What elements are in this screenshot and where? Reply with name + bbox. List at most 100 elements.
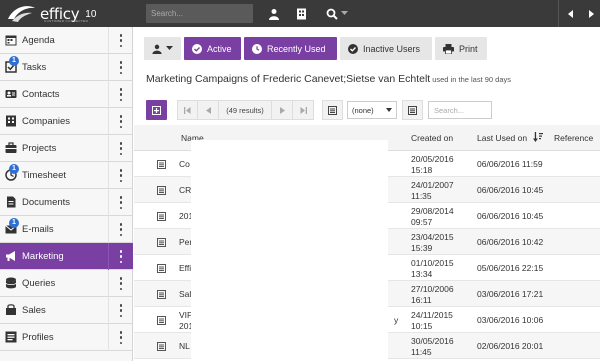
group-by-value: (none) [352, 105, 374, 115]
more-options-icon[interactable] [119, 169, 123, 182]
sidebar-item-label: Projects [22, 143, 57, 154]
sidebar-item-marketing[interactable]: Marketing [0, 243, 133, 270]
cell-created: 01/10/2015 13:34 [411, 258, 454, 279]
more-options-icon[interactable] [119, 88, 123, 101]
more-options-icon[interactable] [119, 223, 123, 236]
user-icon [152, 44, 162, 54]
list-icon [157, 160, 166, 169]
active-button[interactable]: Active [184, 37, 241, 60]
grid-toolbar: (49 results) (none) Search... [146, 100, 492, 120]
inactive-users-button[interactable]: Inactive Users [340, 37, 432, 60]
user-filter-dropdown[interactable] [144, 37, 181, 60]
sidebar-item-label: Contacts [22, 89, 60, 100]
briefcase-icon [5, 142, 17, 153]
export-button[interactable] [402, 100, 423, 120]
sidebar-item-sales[interactable]: Sales [0, 297, 133, 324]
previous-page-button[interactable] [198, 100, 219, 120]
more-options-icon[interactable] [119, 277, 123, 290]
arrow-right-icon[interactable] [583, 5, 600, 22]
divider [108, 135, 109, 162]
sidebar-item-emails[interactable]: 1 E-mails [0, 216, 133, 243]
search-icon[interactable] [322, 5, 352, 22]
profile-icon [5, 331, 17, 343]
list-icon [157, 342, 166, 351]
building-icon [6, 115, 16, 127]
plus-icon [152, 105, 161, 115]
divider [108, 270, 109, 297]
first-page-button[interactable] [177, 100, 198, 120]
sidebar-item-label: Sales [22, 305, 46, 316]
sidebar-item-projects[interactable]: Projects [0, 135, 133, 162]
list-icon [157, 316, 166, 325]
more-options-icon[interactable] [119, 196, 123, 209]
more-options-icon[interactable] [119, 142, 123, 155]
print-button-label: Print [459, 43, 478, 54]
sidebar-item-label: Profiles [22, 332, 54, 343]
more-options-icon[interactable] [119, 250, 123, 263]
sidebar-item-label: E-mails [22, 224, 54, 235]
next-page-button[interactable] [272, 100, 293, 120]
sidebar-item-label: Marketing [22, 251, 64, 262]
cell-name: Effi [179, 263, 192, 273]
more-options-icon[interactable] [119, 115, 123, 128]
divider [108, 54, 109, 81]
cell-last-used: 03/06/2016 10:06 [477, 315, 544, 325]
grid-search-input[interactable]: Search... [428, 101, 492, 119]
clock-icon [252, 43, 262, 54]
add-button[interactable] [146, 100, 167, 120]
building-icon[interactable] [292, 5, 310, 22]
group-by-select[interactable]: (none) [347, 101, 397, 119]
sidebar-item-contacts[interactable]: Contacts [0, 81, 133, 108]
cell-last-used: 06/06/2016 11:59 [477, 159, 543, 169]
sidebar-item-label: Agenda [22, 35, 55, 46]
divider [108, 216, 109, 243]
active-button-label: Active [207, 43, 232, 54]
sidebar-item-agenda[interactable]: Agenda [0, 27, 133, 54]
column-header-reference[interactable]: Reference [554, 133, 593, 143]
divider [108, 324, 109, 351]
recently-used-button[interactable]: Recently Used [244, 37, 337, 60]
chevron-down-icon [386, 108, 392, 112]
divider [108, 108, 109, 135]
page-title-main: Marketing Campaigns of Frederic Canevet;… [146, 73, 431, 85]
sidebar-item-profiles[interactable]: Profiles [0, 324, 133, 351]
cell-name: CR [179, 185, 192, 195]
more-options-icon[interactable] [119, 304, 123, 317]
efficy-swoosh-icon [8, 6, 35, 22]
efficy-logo[interactable]: efficy 10 CUSTOMER CONNECTED [6, 3, 132, 24]
columns-button[interactable] [322, 100, 343, 120]
megaphone-icon [6, 251, 15, 261]
cell-last-used: 02/06/2016 20:01 [477, 341, 544, 351]
recently-used-button-label: Recently Used [267, 43, 326, 54]
list-icon [157, 186, 166, 195]
cell-last-used: 03/06/2016 17:21 [477, 289, 544, 299]
cell-created: 27/10/2006 16:11 [411, 284, 454, 305]
print-button[interactable]: Print [435, 37, 487, 60]
sidebar-item-documents[interactable]: Documents [0, 189, 133, 216]
sidebar-item-timesheet[interactable]: 1 Timesheet [0, 162, 133, 189]
more-options-icon[interactable] [119, 34, 123, 47]
notification-badge: 1 [9, 56, 19, 66]
more-options-icon[interactable] [119, 331, 123, 344]
caret-down-icon [166, 46, 173, 50]
top-bar: efficy 10 CUSTOMER CONNECTED Search... [0, 0, 600, 27]
results-count: (49 results) [219, 100, 272, 120]
divider [108, 162, 109, 189]
sidebar-item-queries[interactable]: Queries [0, 270, 133, 297]
sidebar-item-companies[interactable]: Companies [0, 108, 133, 135]
sort-descending-icon[interactable] [533, 132, 543, 142]
global-search-input[interactable]: Search... [146, 4, 253, 23]
arrow-left-icon[interactable] [562, 5, 580, 22]
cell-created: 20/05/2016 15:18 [411, 154, 454, 175]
cell-created: 23/04/2015 15:39 [411, 232, 454, 253]
topbar-divider [558, 0, 559, 27]
cell-created: 24/11/2015 10:15 [411, 310, 453, 331]
column-header-last-used[interactable]: Last Used on [477, 133, 527, 143]
list-icon [157, 238, 166, 247]
more-options-icon[interactable] [119, 61, 123, 74]
notification-badge: 1 [9, 218, 19, 228]
sidebar-item-tasks[interactable]: 1 Tasks [0, 54, 133, 81]
user-icon[interactable] [265, 5, 283, 22]
last-page-button[interactable] [293, 100, 314, 120]
column-header-created[interactable]: Created on [411, 133, 453, 143]
